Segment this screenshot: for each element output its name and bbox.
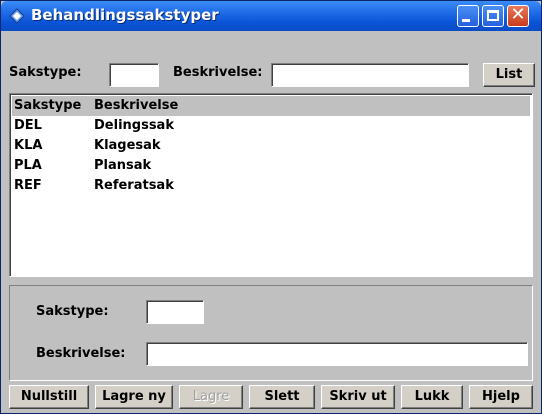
list-header: Sakstype Beskrivelse xyxy=(12,96,530,116)
lukk-button[interactable]: Lukk xyxy=(401,385,463,409)
column-header-sakstype: Sakstype xyxy=(14,98,82,113)
row-beskrivelse: Plansak xyxy=(94,158,152,173)
row-beskrivelse: Referatsak xyxy=(94,178,174,193)
row-sakstype: DEL xyxy=(14,118,42,133)
search-beskrivelse-input[interactable] xyxy=(271,63,469,87)
dialog-window: Behandlingssakstyper ✕ Sakstype: Beskriv… xyxy=(0,0,542,414)
close-button[interactable]: ✕ xyxy=(507,4,529,27)
search-sakstype-input[interactable] xyxy=(109,63,159,87)
detail-beskrivelse-label: Beskrivelse: xyxy=(36,346,126,361)
search-sakstype-label: Sakstype: xyxy=(9,65,82,80)
minimize-button[interactable] xyxy=(457,5,479,27)
hjelp-button[interactable]: Hjelp xyxy=(469,385,533,409)
detail-group: Sakstype: Beskrivelse: xyxy=(9,285,533,381)
detail-beskrivelse-input[interactable] xyxy=(146,342,528,366)
list-button[interactable]: List xyxy=(483,63,535,87)
search-beskrivelse-label: Beskrivelse: xyxy=(173,65,263,80)
row-sakstype: REF xyxy=(14,178,42,193)
row-sakstype: KLA xyxy=(14,138,43,153)
row-beskrivelse: Delingssak xyxy=(94,118,174,133)
column-header-beskrivelse: Beskrivelse xyxy=(94,98,179,113)
minimize-icon xyxy=(462,19,470,22)
row-sakstype: PLA xyxy=(14,158,42,173)
slett-button[interactable]: Slett xyxy=(249,385,315,409)
title-bar[interactable]: Behandlingssakstyper ✕ xyxy=(1,1,541,31)
lagre-ny-button[interactable]: Lagre ny xyxy=(95,385,173,409)
list-item[interactable]: PLA Plansak xyxy=(12,156,530,176)
detail-sakstype-label: Sakstype: xyxy=(36,304,109,319)
close-icon: ✕ xyxy=(510,4,526,25)
maximize-icon xyxy=(487,10,499,21)
list-item[interactable]: DEL Delingssak xyxy=(12,116,530,136)
list-item[interactable]: KLA Klagesak xyxy=(12,136,530,156)
window-title: Behandlingssakstyper xyxy=(31,6,219,24)
list-item[interactable]: REF Referatsak xyxy=(12,176,530,196)
skriv-ut-button[interactable]: Skriv ut xyxy=(321,385,395,409)
maximize-button[interactable] xyxy=(482,5,504,27)
lagre-button[interactable]: Lagre xyxy=(179,385,243,409)
sakstype-list[interactable]: Sakstype Beskrivelse DEL Delingssak KLA … xyxy=(9,93,533,277)
app-icon xyxy=(9,8,25,24)
detail-sakstype-input[interactable] xyxy=(146,300,204,324)
nullstill-button[interactable]: Nullstill xyxy=(9,385,89,409)
row-beskrivelse: Klagesak xyxy=(94,138,161,153)
